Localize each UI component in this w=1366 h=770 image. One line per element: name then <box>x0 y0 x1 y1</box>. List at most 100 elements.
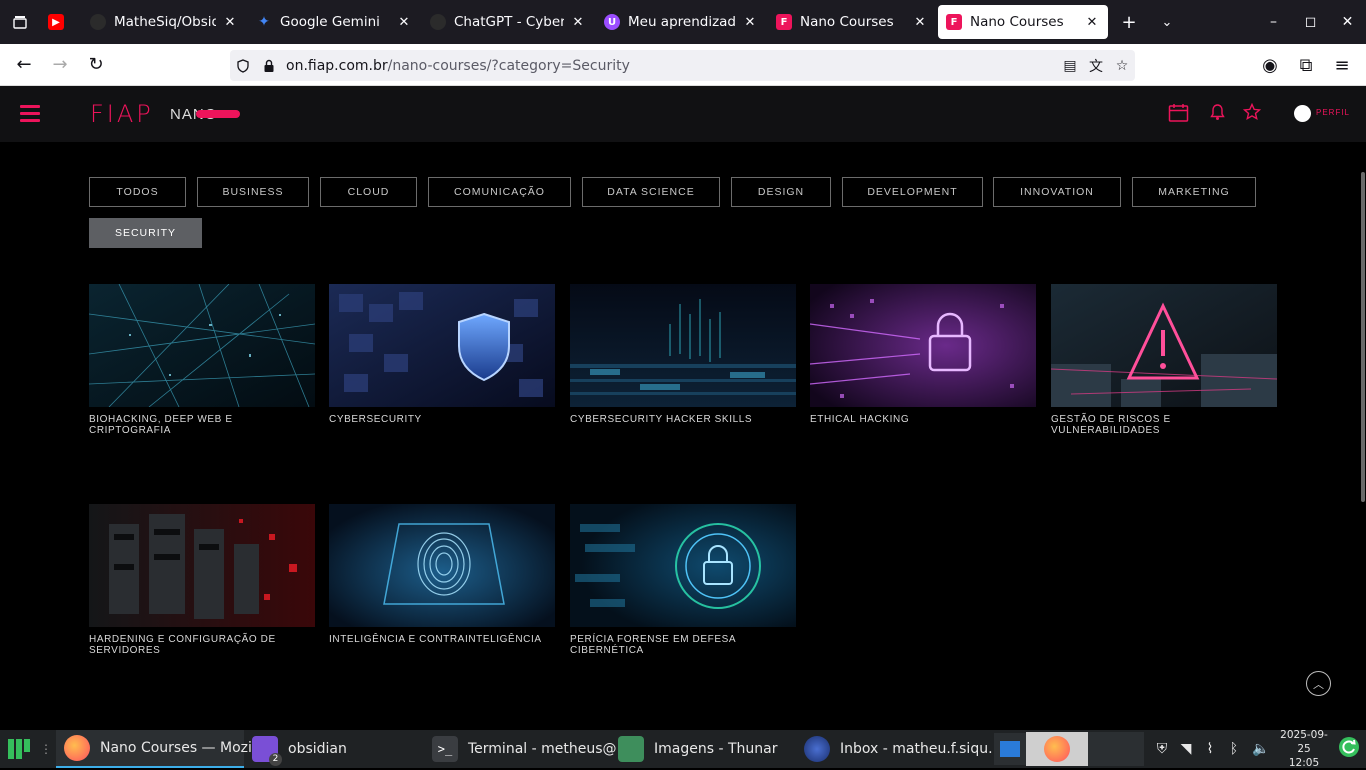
tab-youtube[interactable]: ▶ <box>40 5 80 39</box>
tab-title: MatheSiq/Obsidian <box>114 14 216 30</box>
course-title[interactable]: GESTÃO DE RISCOS E VULNERABILIDADES <box>1051 414 1277 436</box>
update-icon[interactable] <box>1332 736 1366 762</box>
filter-todos[interactable]: TODOS <box>89 177 186 207</box>
reload-icon[interactable]: ↻ <box>78 49 114 81</box>
tab-gemini[interactable]: ✦ Google Gemini ✕ <box>248 5 420 39</box>
window-close-icon[interactable]: ✕ <box>1329 0 1366 44</box>
paperclip-icon[interactable]: ⌇ <box>1198 741 1222 757</box>
tracking-shield-icon[interactable] <box>230 58 256 73</box>
fiap-logo[interactable]: FIAP <box>90 100 154 128</box>
reader-view-icon[interactable]: ▤ <box>1057 58 1083 74</box>
account-icon[interactable]: ◉ <box>1252 49 1288 81</box>
course-title[interactable]: PERÍCIA FORENSE EM DEFESA CIBERNÉTICA <box>570 634 796 656</box>
list-tabs-chevron-icon[interactable]: ⌄ <box>1148 5 1186 39</box>
hamburger-menu-icon[interactable] <box>20 105 40 123</box>
course-card[interactable]: INTELIGÊNCIA E CONTRAINTELIGÊNCIA <box>329 504 555 645</box>
workspace-indicator[interactable]: ⋮ <box>36 730 56 768</box>
filter-cloud[interactable]: CLOUD <box>320 177 417 207</box>
course-thumbnail[interactable] <box>810 284 1036 407</box>
profile-label[interactable]: PERFIL <box>1316 108 1350 117</box>
course-thumbnail[interactable] <box>89 284 315 407</box>
taskbar-item-thunar[interactable]: Imagens - Thunar <box>610 730 796 768</box>
close-icon[interactable]: ✕ <box>1084 15 1100 30</box>
course-title[interactable]: CYBERSECURITY HACKER SKILLS <box>570 414 796 425</box>
profile-avatar[interactable] <box>1294 105 1311 122</box>
filter-data-science[interactable]: DATA SCIENCE <box>582 177 720 207</box>
course-thumbnail[interactable] <box>329 284 555 407</box>
fiap-icon: F <box>946 14 962 30</box>
bookmark-star-icon[interactable]: ☆ <box>1109 58 1135 74</box>
close-icon[interactable]: ✕ <box>570 15 586 30</box>
menu-icon[interactable]: ≡ <box>1324 49 1360 81</box>
close-icon[interactable]: ✕ <box>396 15 412 30</box>
scroll-to-top-button[interactable]: ︿ <box>1306 671 1331 696</box>
filter-marketing[interactable]: MARKETING <box>1132 177 1256 207</box>
pager-desktop-3[interactable] <box>1088 732 1144 766</box>
filter-comunicacao[interactable]: COMUNICAÇÃO <box>428 177 571 207</box>
tab-title: ChatGPT - Cyberse <box>454 14 564 30</box>
calendar-icon[interactable] <box>1168 103 1189 127</box>
taskbar-item-terminal[interactable]: >_ Terminal - metheus@... <box>424 730 630 768</box>
shield-icon[interactable]: ⛨ <box>1150 741 1174 757</box>
course-title[interactable]: CYBERSECURITY <box>329 414 555 425</box>
extensions-icon[interactable]: ⧉ <box>1288 49 1324 81</box>
filter-security[interactable]: SECURITY <box>89 218 202 248</box>
lock-icon[interactable] <box>256 59 282 73</box>
tab-overview-icon[interactable] <box>0 0 40 44</box>
course-thumbnail[interactable] <box>570 504 796 627</box>
pager-desktop-2[interactable] <box>1026 732 1088 766</box>
course-thumbnail[interactable] <box>570 284 796 407</box>
tab-nano-courses[interactable]: F Nano Courses ✕ <box>768 5 936 39</box>
close-icon[interactable]: ✕ <box>912 15 928 30</box>
tab-github[interactable]: MatheSiq/Obsidian ✕ <box>82 5 246 39</box>
folder-window-icon <box>1000 741 1020 757</box>
translate-icon[interactable]: 文 <box>1083 56 1109 76</box>
close-icon[interactable]: ✕ <box>742 15 758 30</box>
tab-title: Nano Courses <box>800 14 894 30</box>
course-title[interactable]: ETHICAL HACKING <box>810 414 1036 425</box>
volume-icon[interactable]: 🔈 <box>1246 741 1276 757</box>
course-title[interactable]: BIOHACKING, DEEP WEB E CRIPTOGRAFIA <box>89 414 315 436</box>
page-scrollbar[interactable] <box>1361 172 1365 502</box>
course-card[interactable]: PERÍCIA FORENSE EM DEFESA CIBERNÉTICA <box>570 504 796 656</box>
course-title[interactable]: INTELIGÊNCIA E CONTRAINTELIGÊNCIA <box>329 634 555 645</box>
minimize-icon[interactable]: – <box>1255 0 1292 44</box>
taskbar-item-firefox[interactable]: Nano Courses — Mozi... <box>56 730 265 768</box>
forward-arrow-icon[interactable]: → <box>42 49 78 81</box>
filter-business[interactable]: BUSINESS <box>197 177 309 207</box>
course-card[interactable]: ETHICAL HACKING <box>810 284 1036 425</box>
course-title[interactable]: HARDENING E CONFIGURAÇÃO DE SERVIDORES <box>89 634 315 656</box>
bell-icon[interactable] <box>1210 103 1225 125</box>
course-card[interactable]: HARDENING E CONFIGURAÇÃO DE SERVIDORES <box>89 504 315 656</box>
filter-innovation[interactable]: INNOVATION <box>993 177 1121 207</box>
taskbar-item-obsidian[interactable]: 2 obsidian <box>244 730 424 768</box>
back-arrow-icon[interactable]: ← <box>6 49 42 81</box>
favorites-star-icon[interactable] <box>1242 102 1262 125</box>
tab-nano-courses-active[interactable]: F Nano Courses ✕ <box>938 5 1108 39</box>
tab-chatgpt[interactable]: ChatGPT - Cyberse ✕ <box>422 5 594 39</box>
browser-tab-bar: ▶ MatheSiq/Obsidian ✕ ✦ Google Gemini ✕ … <box>0 0 1366 44</box>
url-text[interactable]: on.fiap.com.br/nano-courses/?category=Se… <box>286 58 1057 74</box>
taskbar-item-thunderbird[interactable]: Inbox - matheu.f.siqu... <box>796 730 1001 768</box>
course-card[interactable]: CYBERSECURITY <box>329 284 555 425</box>
bluetooth-icon[interactable]: ᛒ <box>1222 741 1246 757</box>
new-tab-button[interactable]: + <box>1110 5 1148 39</box>
course-thumbnail[interactable] <box>89 504 315 627</box>
workspace-pager[interactable] <box>994 730 1144 768</box>
app-menu-icon[interactable] <box>0 730 36 768</box>
course-card[interactable]: GESTÃO DE RISCOS E VULNERABILIDADES <box>1051 284 1277 436</box>
maximize-icon[interactable]: ◻ <box>1292 0 1329 44</box>
filter-development[interactable]: DEVELOPMENT <box>842 177 983 207</box>
clock[interactable]: 2025-09-25 12:05 <box>1276 728 1332 770</box>
tab-meu-aprendizado[interactable]: U Meu aprendizado ✕ <box>596 5 766 39</box>
obsidian-icon: 2 <box>252 736 282 766</box>
wifi-icon[interactable]: ◥ <box>1174 741 1198 757</box>
course-card[interactable]: BIOHACKING, DEEP WEB E CRIPTOGRAFIA <box>89 284 315 436</box>
pager-desktop-1[interactable] <box>994 733 1026 765</box>
course-thumbnail[interactable] <box>1051 284 1277 407</box>
close-icon[interactable]: ✕ <box>222 15 238 30</box>
filter-design[interactable]: DESIGN <box>731 177 831 207</box>
course-thumbnail[interactable] <box>329 504 555 627</box>
course-card[interactable]: CYBERSECURITY HACKER SKILLS <box>570 284 796 425</box>
url-bar[interactable]: on.fiap.com.br/nano-courses/?category=Se… <box>230 50 1135 81</box>
